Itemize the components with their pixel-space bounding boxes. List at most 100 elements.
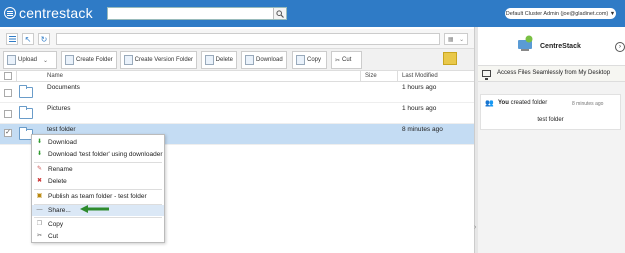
upload-button[interactable]: Upload ⌄ [3, 51, 57, 69]
copy-icon [296, 55, 305, 65]
brand-name: centrestack [19, 5, 93, 21]
activity-summary: You created folder [498, 100, 547, 106]
table-row[interactable]: Pictures 1 hours ago [0, 103, 474, 124]
menu-item-copy[interactable]: ❐ Copy [32, 219, 164, 230]
file-name[interactable]: Pictures [47, 105, 70, 112]
cut-icon: ✂ [36, 233, 43, 239]
up-folder-button[interactable]: ↖ [22, 33, 34, 45]
grid-view-icon: ▦ [447, 36, 454, 43]
panel-forward-icon[interactable]: › [615, 42, 625, 52]
row-checkbox[interactable] [4, 89, 12, 97]
menu-item-download-using-downloader[interactable]: ⬇ Download 'test folder' using downloade… [32, 149, 164, 160]
navigation-bar: ↖ ↻ ▦ ⌄ [0, 29, 474, 49]
context-menu: ⬇ Download ⬇ Download 'test folder' usin… [31, 134, 165, 243]
delete-label: Delete [215, 57, 233, 63]
copy-label: Copy [307, 57, 322, 63]
menu-item-download[interactable]: ⬇ Download [32, 137, 164, 148]
team-folder-icon: ▣ [36, 193, 43, 199]
search-input[interactable] [108, 8, 273, 19]
scissors-icon: ✂ [335, 57, 341, 64]
menu-item-delete[interactable]: ✖ Delete [32, 176, 164, 187]
list-menu-button[interactable] [6, 33, 18, 45]
menu-item-label: Download 'test folder' using downloader [48, 151, 163, 158]
delete-icon: ✖ [36, 178, 43, 184]
menu-item-label: Rename [48, 166, 73, 173]
share-icon: — [36, 207, 43, 213]
search-icon [276, 9, 284, 18]
select-all-checkbox[interactable] [4, 72, 12, 80]
copy-icon: ❐ [36, 221, 43, 227]
download-icon: ⬇ [36, 151, 43, 157]
column-divider [16, 71, 17, 82]
activity-card[interactable]: 👥 You created folder 8 minutes ago test … [480, 94, 621, 130]
thumbnail-view-button[interactable] [443, 52, 457, 65]
chevron-down-icon: ⌄ [43, 57, 49, 64]
folder-icon [19, 106, 33, 119]
file-name[interactable]: test folder [47, 126, 76, 133]
cut-label: Cut [342, 57, 352, 63]
column-divider [360, 71, 361, 82]
right-panel-header: CentreStack › [478, 27, 625, 65]
download-label: Download [256, 57, 283, 63]
right-panel: CentreStack › Access Files Seamlessly fr… [478, 27, 625, 253]
annotation-arrow-icon [80, 205, 109, 213]
activity-target[interactable]: test folder [481, 117, 620, 123]
copy-button[interactable]: Copy [292, 51, 327, 69]
list-icon [8, 36, 16, 42]
menu-item-label: Delete [48, 178, 67, 185]
menu-item-publish-team-folder[interactable]: ▣ Publish as team folder - test folder [32, 191, 164, 202]
brand-logo[interactable]: centrestack [4, 5, 93, 21]
menu-item-label: Publish as team folder - test folder [48, 193, 147, 200]
rename-icon: ✎ [36, 166, 43, 172]
create-folder-label: Create Folder [76, 57, 113, 63]
view-toggle[interactable]: ▦ ⌄ [444, 33, 468, 45]
download-icon [245, 55, 254, 65]
cut-button[interactable]: ✂ Cut [331, 51, 362, 69]
menu-item-rename[interactable]: ✎ Rename [32, 164, 164, 175]
create-folder-button[interactable]: Create Folder [61, 51, 117, 69]
column-header-size[interactable]: Size [365, 73, 377, 79]
monitor-icon [482, 70, 491, 80]
menu-item-label: Share... [48, 207, 71, 214]
menu-separator [34, 217, 162, 218]
table-header: Name Size Last Modified [0, 71, 474, 82]
search-box [107, 7, 287, 20]
create-version-folder-label: Create Version Folder [134, 57, 193, 63]
upload-icon [7, 55, 16, 65]
table-row[interactable]: Documents 1 hours ago [0, 82, 474, 103]
upload-label: Upload [18, 57, 38, 63]
column-header-name[interactable]: Name [47, 73, 63, 79]
activity-action: created folder [510, 100, 548, 106]
search-button[interactable] [273, 8, 286, 19]
download-button[interactable]: Download [241, 51, 287, 69]
right-panel-title: CentreStack [540, 43, 581, 50]
column-header-last-modified[interactable]: Last Modified [402, 73, 438, 79]
refresh-button[interactable]: ↻ [38, 33, 50, 45]
users-icon: 👥 [485, 100, 494, 107]
toolbar: Upload ⌄ Create Folder Create Version Fo… [0, 49, 474, 71]
menu-item-cut[interactable]: ✂ Cut [32, 231, 164, 242]
desktop-access-banner[interactable]: Access Files Seamlessly from My Desktop [478, 65, 625, 82]
refresh-icon: ↻ [40, 34, 48, 44]
delete-button[interactable]: Delete [201, 51, 237, 69]
file-modified: 1 hours ago [402, 84, 437, 91]
row-checkbox-checked[interactable]: ✓ [4, 129, 12, 137]
path-bar[interactable] [56, 33, 440, 45]
column-divider [397, 71, 398, 82]
folder-icon [19, 85, 33, 98]
centrestack-logo-icon [518, 35, 533, 51]
menu-separator [34, 189, 162, 190]
activity-actor: You [498, 100, 509, 106]
banner-text: Access Files Seamlessly from My Desktop [497, 70, 611, 76]
menu-item-label: Cut [48, 233, 59, 240]
download-icon: ⬇ [36, 139, 43, 145]
row-checkbox[interactable] [4, 110, 12, 118]
top-header: centrestack Default Cluster Admin (joe@g… [0, 0, 625, 27]
user-menu[interactable]: Default Cluster Admin (joe@gladinet.com)… [505, 8, 616, 19]
delete-icon [205, 55, 214, 65]
file-name[interactable]: Documents [47, 84, 80, 91]
menu-icon[interactable] [4, 7, 16, 19]
menu-item-label: Copy [48, 221, 64, 228]
activity-time: 8 minutes ago [572, 101, 604, 107]
create-version-folder-button[interactable]: Create Version Folder [120, 51, 197, 69]
